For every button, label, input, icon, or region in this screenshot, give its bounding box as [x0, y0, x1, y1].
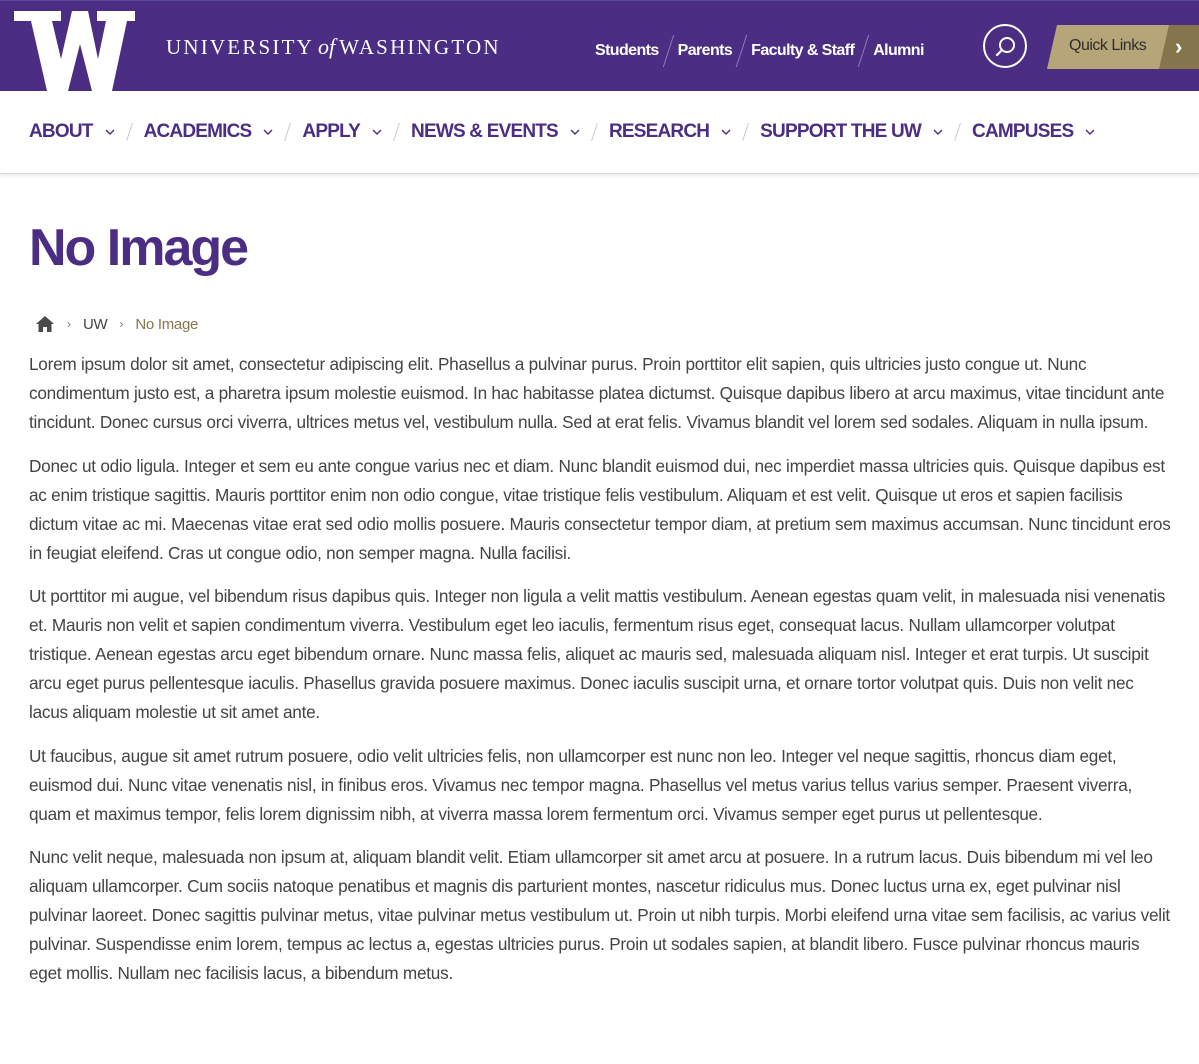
breadcrumb: › UW › No Image: [29, 315, 1174, 333]
nav-label: ABOUT: [29, 121, 93, 142]
paragraph: Ut faucibus, augue sit amet rutrum posue…: [29, 745, 1133, 824]
divider: [393, 123, 400, 141]
quick-links-label: Quick Links: [1069, 37, 1147, 54]
nav-item-apply[interactable]: APPLY: [302, 121, 382, 143]
top-bar: UNIVERSITY of WASHINGTON Students Parents …: [0, 0, 1199, 91]
divider: [591, 123, 598, 141]
main-content: No Image › UW › No Image Lorem ipsum dol…: [29, 222, 1174, 1003]
search-button[interactable]: [983, 24, 1027, 68]
wordmark-part2: WASHINGTON: [339, 35, 501, 59]
chevron-right-icon: ›: [67, 317, 71, 331]
audience-link-faculty-staff[interactable]: Faculty & Staff: [742, 42, 863, 60]
chevron-right-icon: ›: [119, 317, 124, 331]
nav-item-support-the-uw[interactable]: SUPPORT THE UW: [760, 121, 943, 143]
home-icon: [36, 316, 54, 332]
nav-item-about[interactable]: ABOUT: [29, 121, 115, 143]
paragraph: Ut porttitor mi augue, vel bibendum risu…: [29, 586, 1166, 722]
quick-links-button[interactable]: Quick Links ›: [1047, 25, 1199, 69]
paragraph: Lorem ipsum dolor sit amet, consectetur …: [29, 354, 1165, 432]
chevron-down-icon[interactable]: [570, 129, 580, 135]
main-nav: ABOUT ACADEMICS APPLY NEWS & EVENTS RESE…: [0, 91, 1199, 174]
audience-link-parents[interactable]: Parents: [669, 42, 742, 60]
chevron-down-icon[interactable]: [721, 129, 731, 135]
nav-item-campuses[interactable]: CAMPUSES: [972, 121, 1095, 143]
divider: [284, 123, 292, 141]
audience-nav: Students Parents Faculty & Staff Alumni: [586, 35, 933, 67]
w-logo-icon: [14, 11, 135, 91]
chevron-down-icon[interactable]: [263, 129, 273, 135]
chevron-right-icon: ›: [1175, 34, 1183, 59]
nav-label: SUPPORT THE UW: [760, 121, 922, 142]
breadcrumb-current: No Image: [135, 315, 199, 333]
breadcrumb-item-uw[interactable]: UW: [83, 316, 108, 333]
paragraph: Nunc velit neque, malesuada non ipsum at…: [29, 847, 1170, 983]
audience-link-students[interactable]: Students: [586, 42, 668, 60]
nav-label: RESEARCH: [608, 121, 710, 142]
divider: [125, 123, 133, 141]
nav-label: APPLY: [302, 121, 361, 142]
chevron-down-icon[interactable]: [1085, 129, 1095, 135]
breadcrumb-home[interactable]: [35, 315, 55, 333]
page-title: No Image: [29, 219, 249, 277]
paragraph: Donec ut odio ligula. Integer et sem eu …: [29, 455, 1171, 563]
chevron-down-icon[interactable]: [933, 129, 943, 135]
chevron-down-icon[interactable]: [105, 129, 115, 135]
chevron-down-icon[interactable]: [372, 129, 382, 135]
university-wordmark[interactable]: UNIVERSITY of WASHINGTON: [166, 34, 501, 60]
wordmark-part1: UNIVERSITY: [166, 35, 314, 59]
wordmark-of: of: [318, 34, 336, 59]
nav-item-research[interactable]: RESEARCH: [609, 121, 731, 143]
divider: [742, 123, 750, 141]
nav-item-news-events[interactable]: NEWS & EVENTS: [411, 121, 580, 143]
body-text: Lorem ipsum dolor sit amet, consectetur …: [29, 350, 1174, 988]
nav-label: CAMPUSES: [972, 121, 1074, 142]
divider: [954, 123, 961, 141]
nav-item-academics[interactable]: ACADEMICS: [144, 121, 274, 143]
nav-label: ACADEMICS: [143, 121, 253, 142]
nav-label: NEWS & EVENTS: [411, 121, 559, 142]
search-icon: [995, 37, 1015, 57]
audience-link-alumni[interactable]: Alumni: [864, 42, 933, 60]
